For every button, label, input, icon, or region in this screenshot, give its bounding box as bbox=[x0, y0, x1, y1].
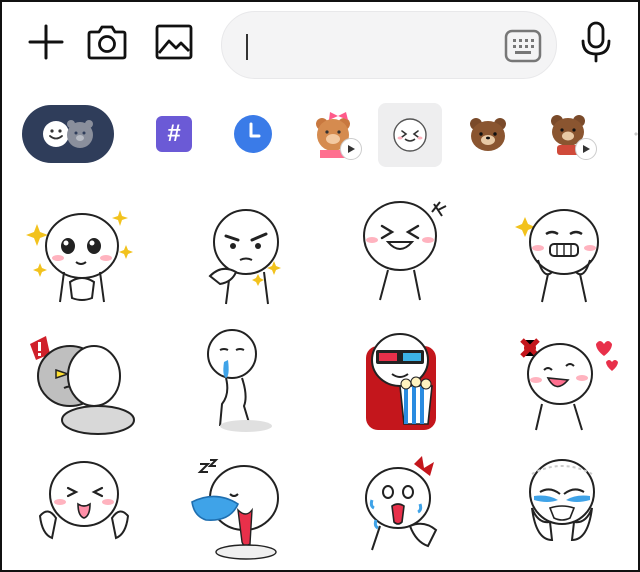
voice-button[interactable] bbox=[574, 20, 618, 64]
clock-icon bbox=[234, 115, 272, 153]
emoji-face-icon bbox=[43, 120, 93, 148]
plus-icon bbox=[28, 24, 64, 60]
tab-emoji[interactable] bbox=[22, 105, 114, 163]
sticker-crying-hands[interactable] bbox=[512, 454, 632, 570]
sticker-3d-glasses-popcorn[interactable] bbox=[358, 326, 478, 446]
tab-brown-animated[interactable] bbox=[543, 102, 597, 166]
animated-play-badge bbox=[575, 138, 597, 160]
sticker-laughing-x-eyes[interactable] bbox=[358, 196, 478, 316]
play-icon bbox=[348, 145, 355, 153]
chat-input-toolbar bbox=[2, 2, 638, 92]
sticker-crying-hands-image bbox=[529, 459, 595, 542]
sticker-starry-eyes-image bbox=[26, 210, 133, 303]
sticker-tab-strip: # bbox=[2, 98, 638, 178]
gallery-button[interactable] bbox=[152, 20, 196, 64]
sticker-keyboard-panel: # bbox=[0, 0, 640, 572]
sticker-tongue-out-image bbox=[38, 461, 130, 540]
add-button[interactable] bbox=[24, 20, 68, 64]
sticker-drooling-walk-image bbox=[207, 329, 272, 432]
tab-hashtag[interactable]: # bbox=[152, 102, 196, 166]
sticker-grinning-sparkle-image bbox=[515, 209, 599, 303]
sticker-grid bbox=[2, 192, 638, 570]
keyboard-icon bbox=[504, 29, 542, 63]
sticker-angry-peeking[interactable] bbox=[24, 330, 144, 450]
sticker-angry-peeking-image bbox=[30, 336, 135, 435]
microphone-icon bbox=[581, 21, 611, 63]
sticker-love-hearts[interactable] bbox=[512, 330, 632, 450]
sticker-crying-shocked[interactable] bbox=[358, 454, 478, 570]
hashtag-icon: # bbox=[156, 116, 192, 152]
message-input-container bbox=[221, 11, 557, 79]
camera-icon bbox=[87, 25, 127, 60]
play-icon bbox=[583, 145, 590, 153]
sticker-drooling-walk[interactable] bbox=[186, 326, 306, 446]
sticker-tongue-out[interactable] bbox=[24, 458, 144, 570]
keyboard-toggle-button[interactable] bbox=[504, 28, 542, 64]
sticker-sleeping-zzz[interactable] bbox=[186, 458, 306, 570]
sticker-3d-glasses-popcorn-image bbox=[366, 333, 436, 430]
message-input[interactable] bbox=[244, 26, 494, 66]
image-icon bbox=[155, 24, 193, 60]
tab-recent[interactable] bbox=[231, 102, 275, 166]
tab-brown[interactable] bbox=[464, 102, 512, 166]
gear-icon bbox=[634, 132, 638, 136]
tab-moon[interactable] bbox=[378, 103, 442, 167]
camera-button[interactable] bbox=[85, 20, 129, 64]
tab-settings[interactable] bbox=[620, 102, 638, 166]
sticker-laughing-x-eyes-image bbox=[363, 201, 447, 301]
moon-sticker-icon bbox=[393, 118, 427, 152]
sticker-thinking-eyebrow-image bbox=[208, 209, 281, 305]
brown-bear-sticker-icon bbox=[470, 118, 506, 151]
tab-choco-animated[interactable] bbox=[308, 102, 362, 166]
sticker-thinking-eyebrow[interactable] bbox=[186, 202, 306, 322]
sticker-love-hearts-image bbox=[520, 338, 618, 431]
animated-play-badge bbox=[340, 138, 362, 160]
sticker-sleeping-zzz-image bbox=[191, 459, 279, 560]
sticker-starry-eyes[interactable] bbox=[24, 202, 144, 322]
sticker-crying-shocked-image bbox=[365, 456, 438, 551]
sticker-grinning-sparkle[interactable] bbox=[512, 202, 632, 322]
